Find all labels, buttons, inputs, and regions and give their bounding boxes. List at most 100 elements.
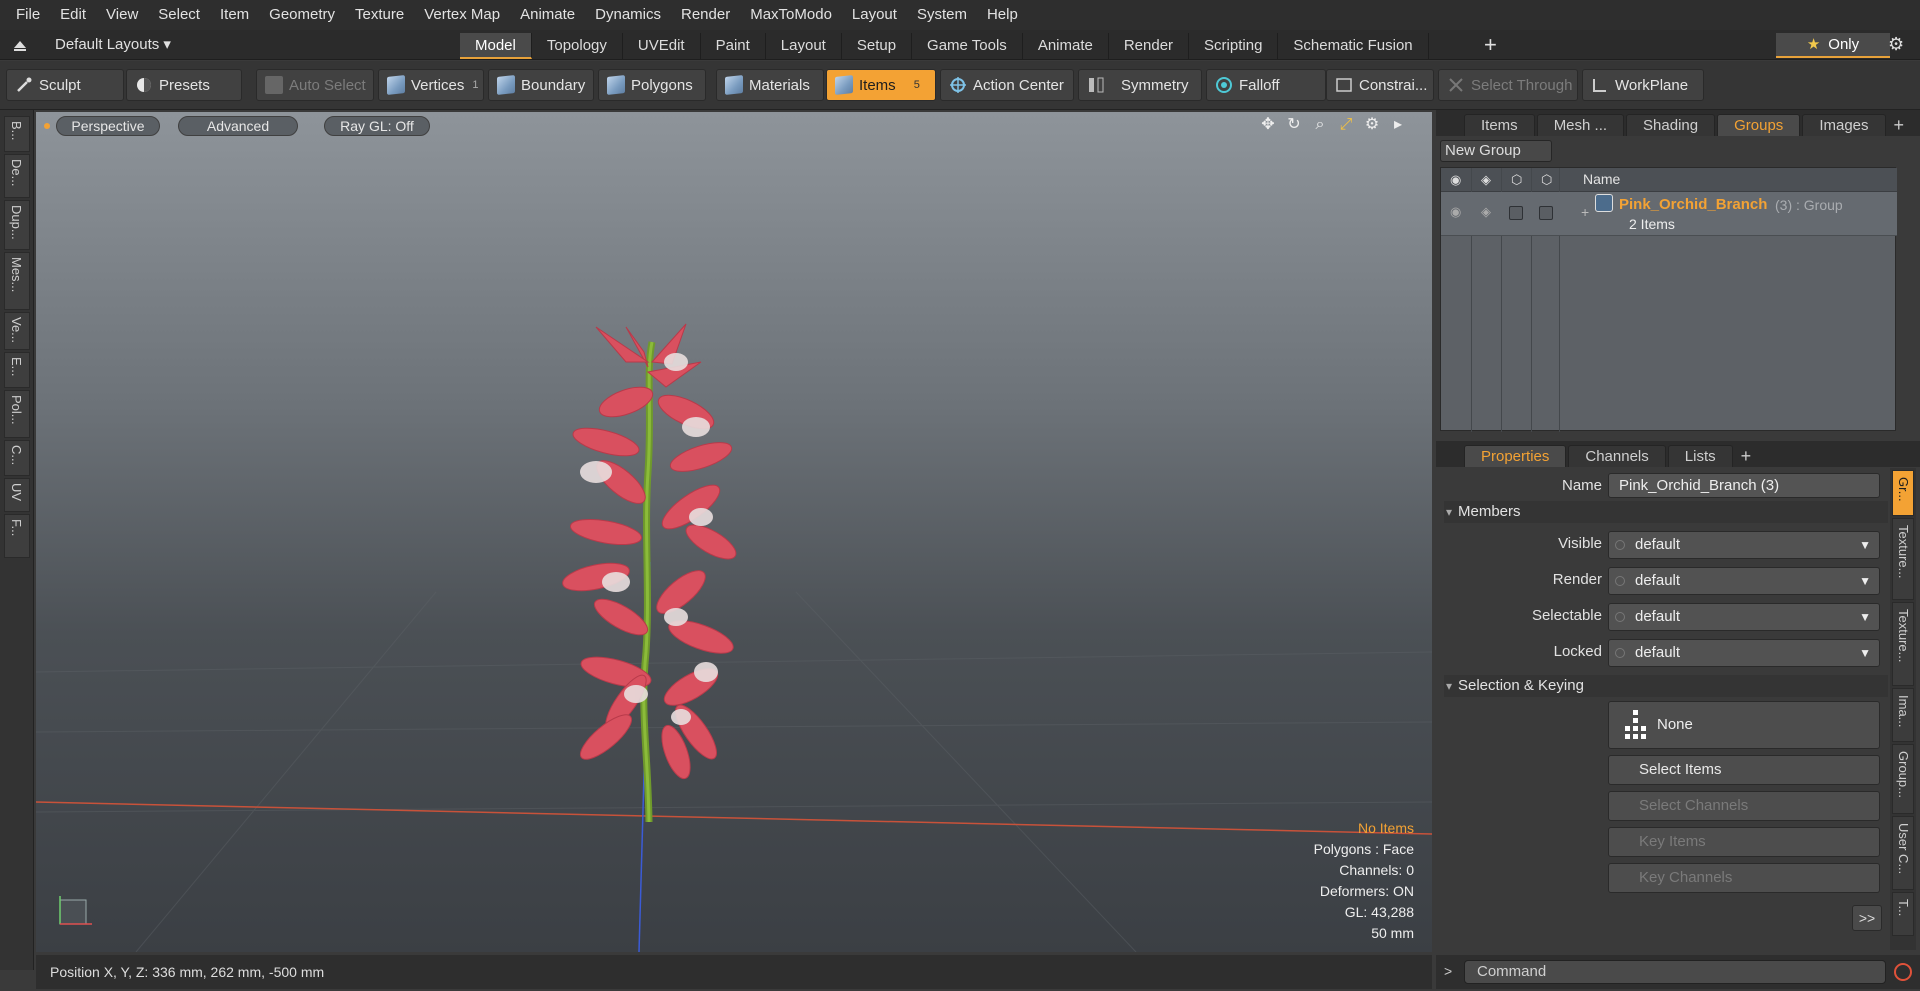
tab-render[interactable]: Render — [1109, 33, 1190, 59]
left-tab-duplicate[interactable]: Dup... — [4, 200, 30, 250]
tab-layout[interactable]: Layout — [766, 33, 842, 59]
tab-animate[interactable]: Animate — [1023, 33, 1109, 59]
tab-schematic-fusion[interactable]: Schematic Fusion — [1278, 33, 1429, 59]
menu-render[interactable]: Render — [671, 0, 740, 30]
visibility-eye-icon[interactable]: ◉ — [1450, 172, 1461, 188]
vtab-image[interactable]: Ima... — [1892, 688, 1914, 742]
menu-view[interactable]: View — [96, 0, 148, 30]
left-tab-uv[interactable]: UV — [4, 478, 30, 512]
expand-plus-icon[interactable]: + — [1581, 204, 1589, 220]
row-eye-icon[interactable]: ◉ — [1450, 204, 1461, 220]
lock-cube-icon[interactable]: ⬡ — [1541, 172, 1552, 188]
menu-system[interactable]: System — [907, 0, 977, 30]
group-row[interactable]: ◉ ◈ + Pink_Orchid_Branch (3) : Group 2 I… — [1441, 192, 1897, 236]
vtab-user-channels[interactable]: User C... — [1892, 816, 1914, 890]
select-cube-icon[interactable]: ⬡ — [1511, 172, 1522, 188]
row-locked-checkbox[interactable] — [1539, 206, 1553, 220]
viewport-expand-icon[interactable]: ▸ — [1388, 115, 1408, 135]
command-history-chevron[interactable]: > — [1444, 963, 1452, 979]
falloff-button[interactable]: Falloff — [1206, 69, 1326, 101]
members-section[interactable]: Members — [1444, 501, 1888, 523]
shading-style-dropdown[interactable]: Advanced — [178, 116, 298, 136]
tab-groups[interactable]: Groups — [1717, 114, 1801, 136]
viewport-menu-dot[interactable] — [44, 123, 50, 129]
vtab-texture-1[interactable]: Texture... — [1892, 518, 1914, 600]
left-tab-vertex[interactable]: Ve... — [4, 312, 30, 350]
rotate-icon[interactable]: ↻ — [1284, 115, 1304, 135]
left-tab-fusion[interactable]: F... — [4, 514, 30, 558]
menu-dynamics[interactable]: Dynamics — [585, 0, 671, 30]
selectable-select[interactable]: default ▼ — [1608, 603, 1880, 631]
items-button[interactable]: Items 5 — [826, 69, 936, 101]
left-tab-edge[interactable]: E... — [4, 352, 30, 388]
menu-animate[interactable]: Animate — [510, 0, 585, 30]
sculpt-button[interactable]: Sculpt — [6, 69, 124, 101]
menu-texture[interactable]: Texture — [345, 0, 414, 30]
tab-mesh[interactable]: Mesh ... — [1536, 114, 1625, 136]
left-tab-polygon[interactable]: Pol... — [4, 390, 30, 438]
ray-gl-toggle[interactable]: Ray GL: Off — [324, 116, 430, 136]
row-selectable-checkbox[interactable] — [1509, 206, 1523, 220]
vertices-button[interactable]: Vertices 1 — [378, 69, 484, 101]
key-channels-button[interactable]: Key Channels — [1608, 863, 1880, 893]
tab-uvedit[interactable]: UVEdit — [623, 33, 701, 59]
select-channels-button[interactable]: Select Channels — [1608, 791, 1880, 821]
add-layout-tab-button[interactable]: + — [1484, 33, 1497, 57]
select-items-button[interactable]: Select Items — [1608, 755, 1880, 785]
workplane-button[interactable]: WorkPlane — [1582, 69, 1704, 101]
menu-file[interactable]: File — [6, 0, 50, 30]
view-type-dropdown[interactable]: Perspective — [56, 116, 160, 136]
record-macro-icon[interactable] — [1894, 963, 1912, 981]
tab-scripting[interactable]: Scripting — [1189, 33, 1279, 59]
3d-viewport[interactable]: Perspective Advanced Ray GL: Off ✥ ↻ ⌕ ⤢… — [36, 112, 1432, 952]
vtab-group[interactable]: Gr... — [1892, 470, 1914, 516]
menu-item[interactable]: Item — [210, 0, 259, 30]
materials-button[interactable]: Materials — [716, 69, 824, 101]
none-button[interactable]: None — [1608, 701, 1880, 749]
locked-select[interactable]: default ▼ — [1608, 639, 1880, 667]
menu-edit[interactable]: Edit — [50, 0, 96, 30]
new-group-button[interactable]: New Group — [1440, 140, 1552, 162]
action-center-button[interactable]: Action Center — [940, 69, 1074, 101]
add-prop-tab-button[interactable]: + — [1741, 445, 1752, 467]
tab-game-tools[interactable]: Game Tools — [912, 33, 1023, 59]
auto-select-button[interactable]: Auto Select — [256, 69, 374, 101]
tab-properties[interactable]: Properties — [1464, 445, 1567, 467]
tab-model[interactable]: Model — [460, 33, 532, 59]
tab-setup[interactable]: Setup — [842, 33, 913, 59]
menu-select[interactable]: Select — [148, 0, 210, 30]
boundary-button[interactable]: Boundary — [488, 69, 594, 101]
visible-select[interactable]: default ▼ — [1608, 531, 1880, 559]
layouts-dropdown[interactable]: Default Layouts ▾ — [55, 30, 171, 60]
more-button[interactable]: >> — [1852, 905, 1882, 931]
constraints-button[interactable]: Constrai... — [1326, 69, 1434, 101]
polygons-button[interactable]: Polygons — [598, 69, 706, 101]
presets-button[interactable]: Presets — [126, 69, 242, 101]
menu-layout[interactable]: Layout — [842, 0, 907, 30]
tab-items[interactable]: Items — [1464, 114, 1535, 136]
gear-icon[interactable]: ⚙ — [1888, 34, 1904, 55]
collapse-up-icon[interactable] — [12, 37, 28, 53]
menu-vertex-map[interactable]: Vertex Map — [414, 0, 510, 30]
tab-images[interactable]: Images — [1802, 114, 1886, 136]
menu-geometry[interactable]: Geometry — [259, 0, 345, 30]
symmetry-button[interactable]: Symmetry — [1078, 69, 1202, 101]
zoom-icon[interactable]: ⌕ — [1310, 115, 1330, 135]
menu-help[interactable]: Help — [977, 0, 1028, 30]
only-toggle[interactable]: ★ Only — [1776, 33, 1890, 58]
viewport-gear-icon[interactable]: ⚙ — [1362, 115, 1382, 135]
name-field[interactable]: Pink_Orchid_Branch (3) — [1608, 473, 1880, 498]
render-select[interactable]: default ▼ — [1608, 567, 1880, 595]
command-input[interactable]: Command — [1464, 960, 1886, 984]
render-icon[interactable]: ◈ — [1481, 172, 1491, 188]
left-tab-curve[interactable]: C... — [4, 440, 30, 476]
vtab-tags[interactable]: T... — [1892, 892, 1914, 936]
left-tab-basic[interactable]: B... — [4, 116, 30, 152]
tab-topology[interactable]: Topology — [532, 33, 623, 59]
fit-icon[interactable]: ⤢ — [1336, 115, 1356, 135]
tab-shading[interactable]: Shading — [1626, 114, 1716, 136]
pan-icon[interactable]: ✥ — [1258, 115, 1278, 135]
tab-paint[interactable]: Paint — [701, 33, 766, 59]
left-tab-mesh[interactable]: Mes... — [4, 252, 30, 310]
row-render-icon[interactable]: ◈ — [1481, 204, 1491, 220]
